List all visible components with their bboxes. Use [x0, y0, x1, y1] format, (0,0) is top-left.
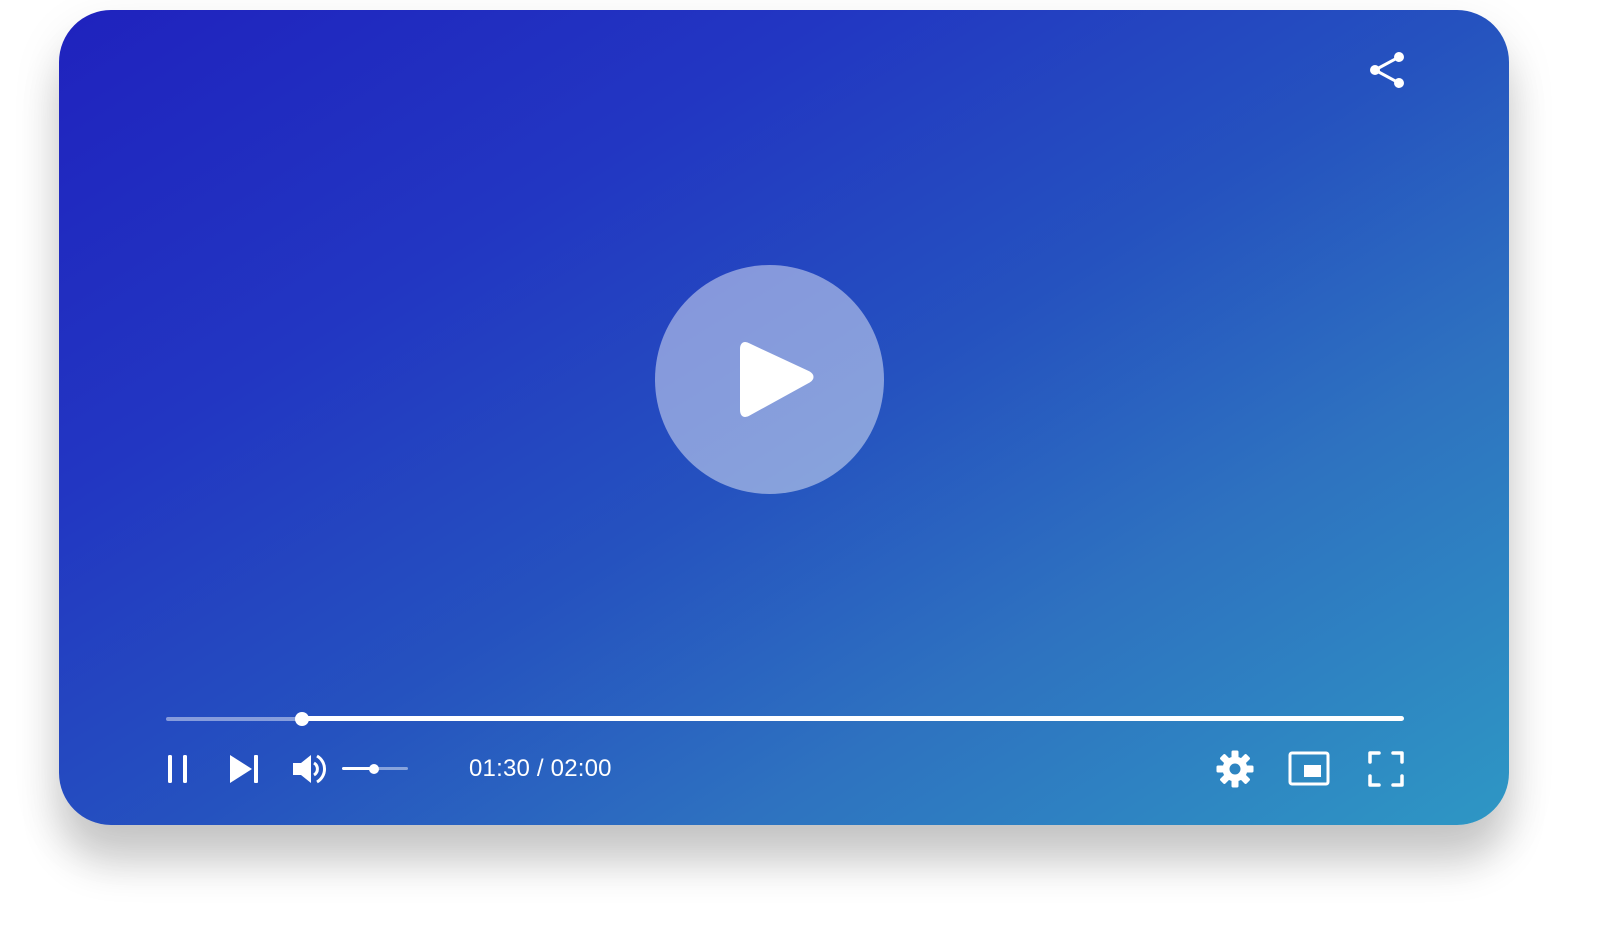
fullscreen-icon [1368, 751, 1404, 787]
duration: 02:00 [550, 755, 612, 782]
fullscreen-button[interactable] [1367, 750, 1405, 788]
pause-button[interactable] [166, 754, 192, 784]
video-player[interactable]: 01:30 / 02:00 [59, 10, 1509, 825]
skip-next-icon [230, 755, 258, 783]
time-separator: / [530, 755, 551, 782]
volume-slider-handle[interactable] [369, 764, 379, 774]
seek-bar-remaining [302, 716, 1404, 721]
big-play-button[interactable] [655, 265, 884, 494]
seek-bar-handle[interactable] [295, 712, 309, 726]
miniplayer-button[interactable] [1288, 751, 1330, 786]
gear-icon [1216, 750, 1254, 788]
volume-up-icon [293, 754, 327, 784]
picture-in-picture-icon [1288, 751, 1330, 786]
volume-slider[interactable] [342, 760, 408, 778]
current-time: 01:30 [469, 755, 531, 782]
volume-slider-remaining [374, 767, 408, 770]
seek-bar-played [166, 717, 302, 721]
settings-button[interactable] [1215, 749, 1255, 789]
time-display: 01:30 / 02:00 [469, 754, 612, 784]
play-icon [740, 342, 814, 417]
share-icon[interactable] [1367, 49, 1409, 91]
volume-button[interactable] [291, 749, 331, 789]
pause-icon [168, 755, 187, 783]
stage: 01:30 / 02:00 [0, 0, 1598, 951]
seek-bar[interactable] [166, 710, 1404, 728]
next-button[interactable] [228, 753, 262, 785]
